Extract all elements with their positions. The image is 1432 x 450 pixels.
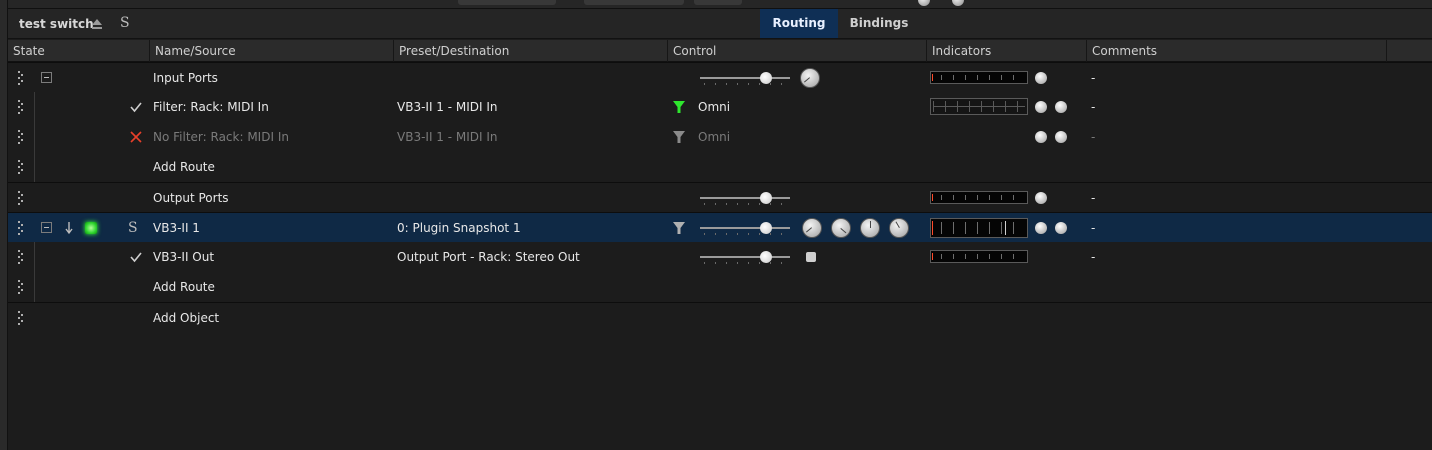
- column-control[interactable]: Control: [668, 40, 927, 62]
- filter-icon[interactable]: [672, 130, 686, 144]
- drag-handle-icon[interactable]: [18, 71, 24, 85]
- row-control[interactable]: Omni: [698, 92, 730, 122]
- row-name: Input Ports: [153, 71, 218, 85]
- collapse-icon[interactable]: [41, 72, 52, 83]
- collapse-icon[interactable]: [41, 222, 52, 233]
- toolbar-field[interactable]: [458, 0, 556, 5]
- toolbar-field[interactable]: [584, 0, 684, 5]
- x-icon[interactable]: [129, 130, 143, 144]
- add-route-button[interactable]: Add Route: [153, 272, 215, 302]
- row-comment[interactable]: -: [1091, 63, 1095, 93]
- level-meter: [930, 218, 1028, 238]
- volume-slider[interactable]: [700, 249, 790, 265]
- level-meter: [930, 71, 1028, 84]
- tab-bindings[interactable]: Bindings: [838, 9, 920, 38]
- column-comments[interactable]: Comments: [1087, 40, 1387, 62]
- row-destination: VB3-II 1 - MIDI In: [397, 100, 498, 114]
- volume-slider[interactable]: [700, 220, 790, 236]
- row-comment[interactable]: -: [1091, 122, 1095, 152]
- midi-meter: [930, 98, 1028, 115]
- knob-icon[interactable]: [860, 218, 880, 238]
- row-name: No Filter: Rack: MIDI In: [153, 130, 289, 144]
- volume-slider[interactable]: [700, 70, 790, 86]
- column-state[interactable]: State: [8, 40, 150, 62]
- table-row[interactable]: Filter: Rack: MIDI In VB3-II 1 - MIDI In…: [8, 92, 1432, 122]
- add-object-button[interactable]: Add Object: [153, 303, 219, 333]
- eject-icon[interactable]: [91, 18, 103, 30]
- toolbar-knob-icon[interactable]: [952, 0, 964, 6]
- row-name: Output Ports: [153, 191, 229, 205]
- add-route-button[interactable]: Add Route: [153, 152, 215, 182]
- row-name: VB3-II Out: [153, 250, 215, 264]
- table-row[interactable]: VB3-II Out Output Port - Rack: Stereo Ou…: [8, 242, 1432, 272]
- indicator-led-icon: [1035, 72, 1047, 84]
- table-row[interactable]: Output Ports -: [8, 182, 1432, 212]
- column-header: State Name/Source Preset/Destination Con…: [8, 40, 1432, 62]
- column-indicators[interactable]: Indicators: [927, 40, 1087, 62]
- row-name: Filter: Rack: MIDI In: [153, 100, 269, 114]
- drag-handle-icon[interactable]: [18, 280, 24, 294]
- mute-toggle-icon[interactable]: [806, 252, 816, 262]
- drag-handle-icon[interactable]: [18, 311, 24, 325]
- table-row-selected[interactable]: S VB3-II 1 0: Plugin Snapshot 1 -: [8, 212, 1432, 242]
- row-comment[interactable]: -: [1091, 213, 1095, 243]
- left-strip: [0, 0, 8, 450]
- level-meter: [930, 191, 1028, 204]
- check-icon[interactable]: [129, 250, 143, 264]
- table-row[interactable]: Add Route: [8, 272, 1432, 302]
- app-window: test switch S Routing Bindings State Nam…: [0, 0, 1432, 450]
- drag-handle-icon[interactable]: [18, 100, 24, 114]
- power-led-icon[interactable]: [85, 222, 97, 234]
- filter-icon[interactable]: [672, 100, 686, 114]
- level-meter: [930, 250, 1028, 263]
- row-comment[interactable]: -: [1091, 183, 1095, 213]
- table-row[interactable]: Add Object: [8, 302, 1432, 332]
- drag-handle-icon[interactable]: [18, 250, 24, 264]
- top-toolbar-remnant: [8, 0, 1432, 9]
- row-name: VB3-II 1: [153, 221, 200, 235]
- gain-knob-icon[interactable]: [800, 68, 820, 88]
- indicator-led-icon: [1055, 101, 1067, 113]
- indicator-led-icon: [1055, 222, 1067, 234]
- drag-handle-icon[interactable]: [18, 221, 24, 235]
- tab-routing[interactable]: Routing: [760, 9, 838, 38]
- knob-icon[interactable]: [802, 218, 822, 238]
- rack-title: test switch: [19, 17, 94, 31]
- solo-icon[interactable]: S: [120, 15, 130, 31]
- row-comment[interactable]: -: [1091, 92, 1095, 122]
- row-destination: VB3-II 1 - MIDI In: [397, 130, 498, 144]
- drag-handle-icon[interactable]: [18, 160, 24, 174]
- filter-icon[interactable]: [672, 221, 686, 235]
- table-row[interactable]: Input Ports -: [8, 62, 1432, 92]
- rack-header: test switch S Routing Bindings: [8, 9, 1432, 39]
- table-row[interactable]: No Filter: Rack: MIDI In VB3-II 1 - MIDI…: [8, 122, 1432, 152]
- indicator-led-icon: [1035, 101, 1047, 113]
- toolbar-knob-icon[interactable]: [918, 0, 930, 6]
- row-destination: Output Port - Rack: Stereo Out: [397, 250, 580, 264]
- knob-icon[interactable]: [889, 218, 909, 238]
- indicator-led-icon: [1055, 131, 1067, 143]
- row-destination[interactable]: 0: Plugin Snapshot 1: [397, 213, 521, 243]
- column-preset-destination[interactable]: Preset/Destination: [394, 40, 668, 62]
- column-name-source[interactable]: Name/Source: [150, 40, 394, 62]
- drag-handle-icon[interactable]: [18, 130, 24, 144]
- arrow-down-icon[interactable]: [64, 221, 74, 235]
- volume-slider[interactable]: [700, 190, 790, 206]
- drag-handle-icon[interactable]: [18, 191, 24, 205]
- indicator-led-icon: [1035, 131, 1047, 143]
- toolbar-button[interactable]: [694, 0, 742, 5]
- knob-icon[interactable]: [831, 218, 851, 238]
- check-icon[interactable]: [129, 100, 143, 114]
- row-comment[interactable]: -: [1091, 242, 1095, 272]
- row-control[interactable]: Omni: [698, 122, 730, 152]
- table-row[interactable]: Add Route: [8, 152, 1432, 182]
- indicator-led-icon: [1035, 222, 1047, 234]
- solo-icon[interactable]: S: [128, 213, 138, 243]
- indicator-led-icon: [1035, 192, 1047, 204]
